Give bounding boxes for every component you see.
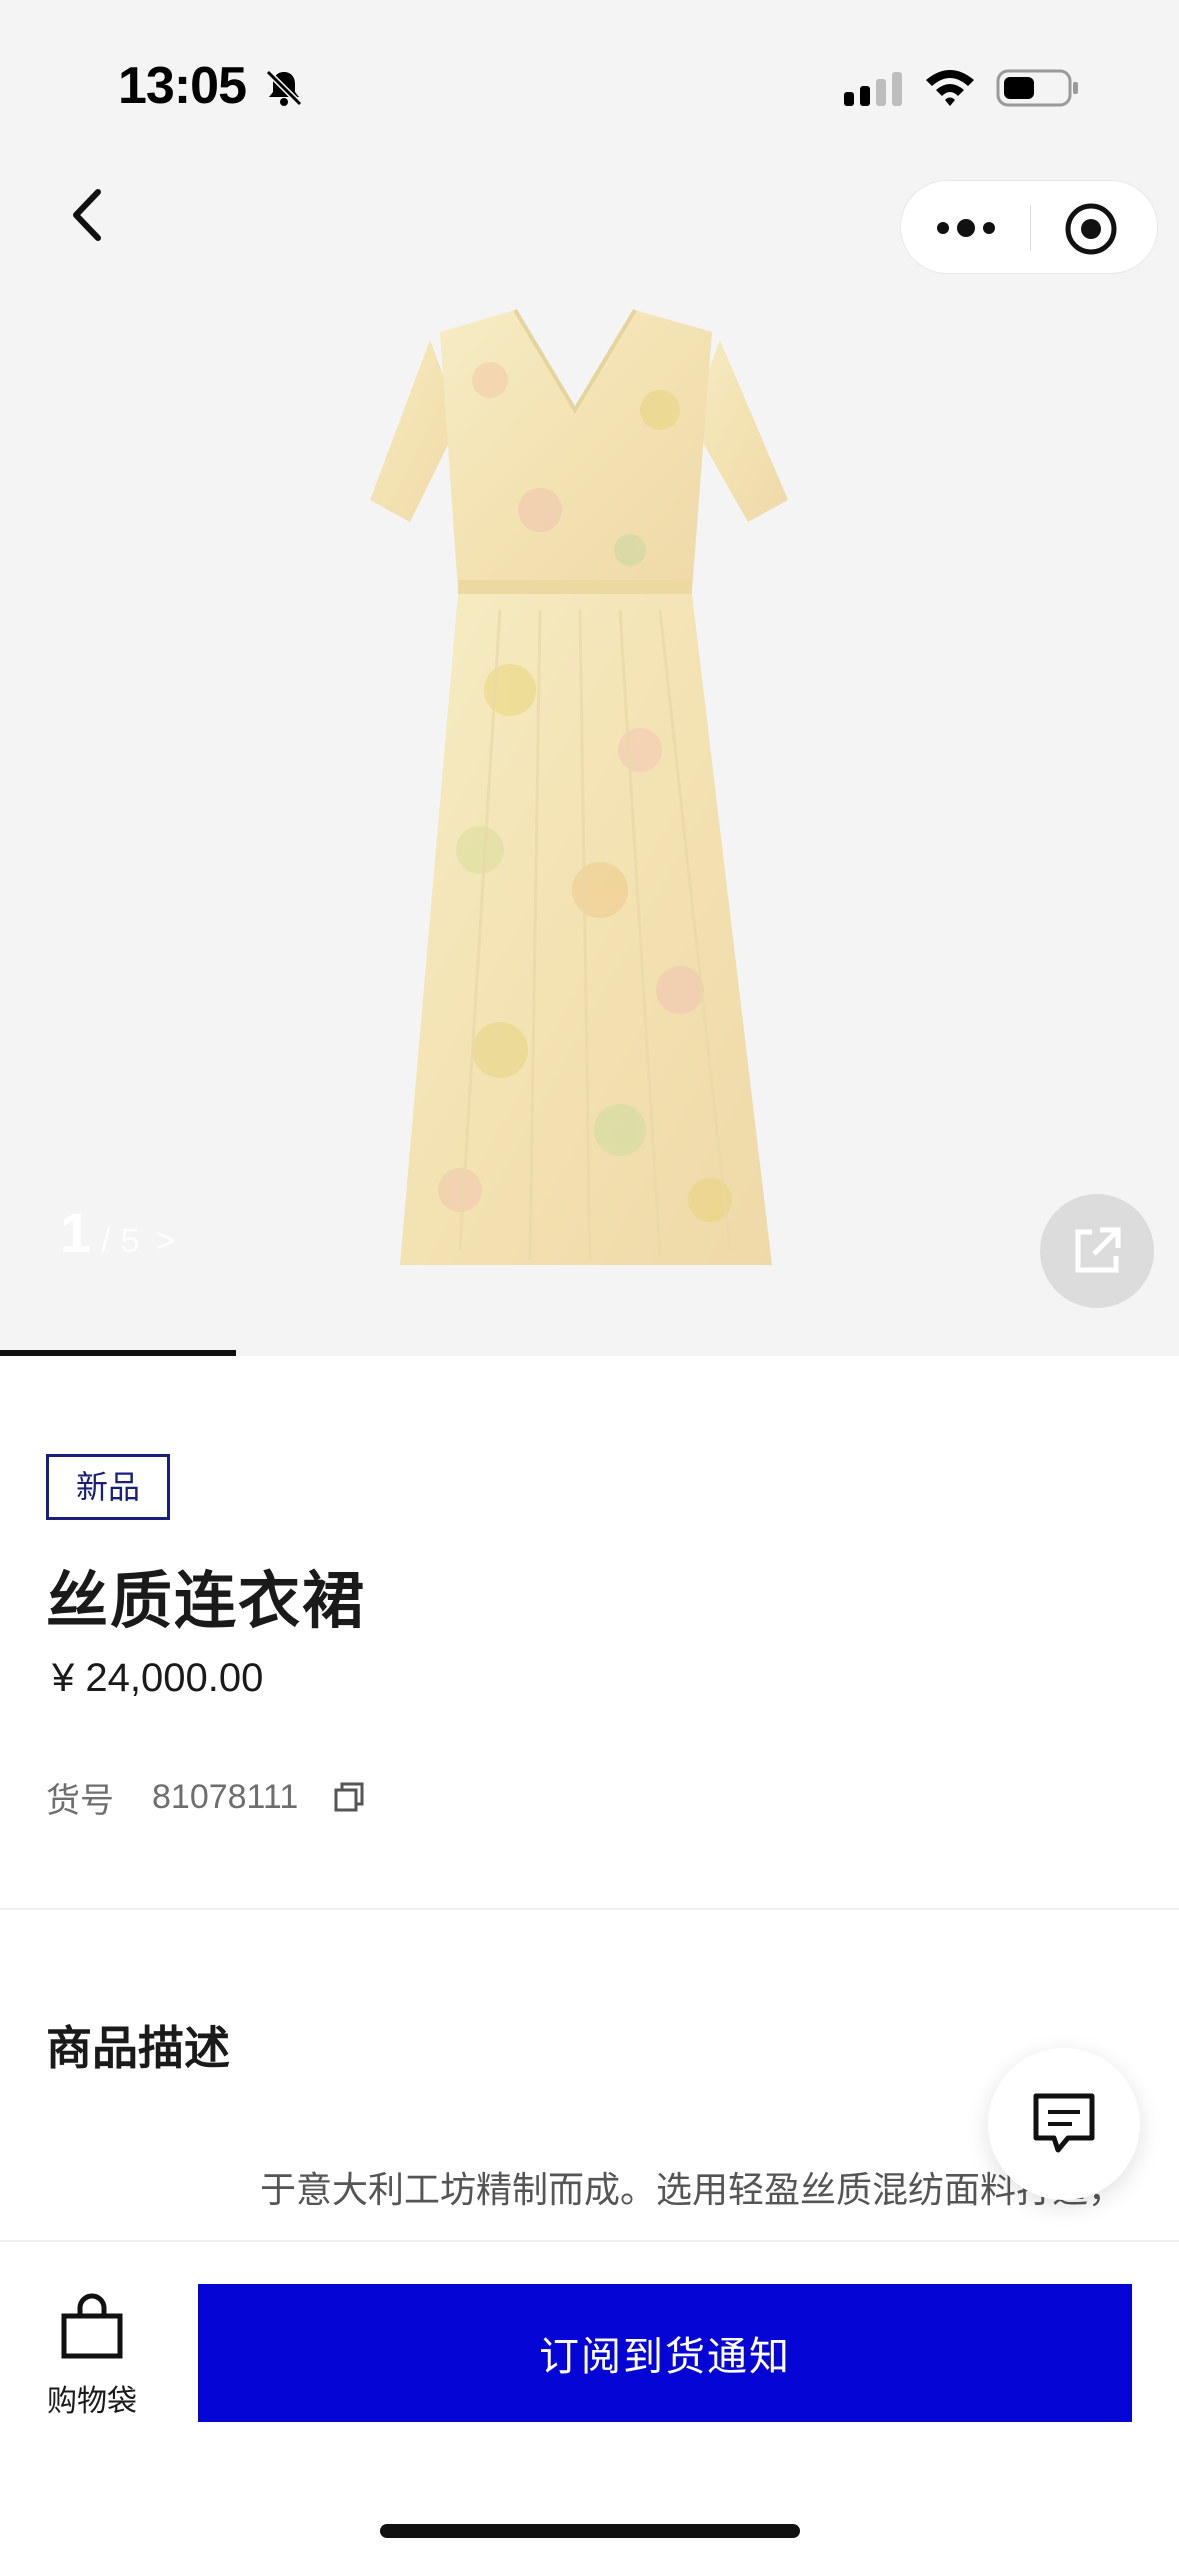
shopping-bag-icon	[61, 2293, 123, 2359]
subscribe-restock-button[interactable]: 订阅到货通知	[198, 2284, 1132, 2422]
share-icon	[1075, 1227, 1121, 1273]
image-counter: 1 / 5 >	[60, 1200, 175, 1270]
image-counter-separator: /	[101, 1222, 111, 1260]
customer-service-button[interactable]	[988, 2048, 1140, 2200]
section-divider	[0, 1908, 1179, 1910]
battery-icon	[996, 69, 1078, 107]
description-text: 于意大利工坊精制而成。选用轻盈丝质混纺面料打造，缀以褶饰边缘，采用罩缩钉织和拉链…	[260, 2170, 1125, 2211]
image-counter-current: 1	[60, 1201, 92, 1264]
description-heading: 商品描述	[46, 2021, 230, 2075]
share-button[interactable]	[1040, 1194, 1154, 1308]
sku-label: 货号	[46, 1780, 114, 1821]
sku-value: 81078111	[152, 1777, 299, 1816]
image-counter-total: 5	[120, 1222, 140, 1260]
new-badge: 新品	[46, 1454, 170, 1520]
wifi-icon	[926, 70, 974, 106]
product-price: ¥ 24,000.00	[52, 1656, 264, 1700]
shopping-bag-button[interactable]: 购物袋	[36, 2292, 148, 2422]
close-miniprogram-icon[interactable]	[1063, 201, 1119, 257]
product-title: 丝质连衣裙	[46, 1564, 367, 1637]
bell-off-icon	[265, 69, 303, 107]
back-chevron-icon[interactable]	[58, 180, 118, 250]
miniprogram-capsule	[900, 180, 1158, 274]
more-icon[interactable]	[931, 205, 1001, 251]
gallery-progress-fill	[0, 1350, 236, 1356]
gallery-progress-track	[0, 1350, 1179, 1356]
shopping-bag-label: 购物袋	[47, 2384, 137, 2419]
home-indicator	[380, 2524, 800, 2538]
bottom-action-bar: 购物袋 订阅到货通知	[0, 2240, 1179, 2556]
image-counter-next-arrow[interactable]: >	[156, 1222, 176, 1261]
chat-icon	[1033, 2093, 1095, 2153]
product-detail-page: 13:05 1 / 5 > 新品 丝质连衣裙 ¥ 24,000.00 货号 81…	[0, 0, 1179, 2556]
capsule-divider	[1030, 205, 1031, 251]
signal-icon	[844, 72, 902, 106]
copy-icon[interactable]	[332, 1780, 366, 1814]
status-time: 13:05	[118, 57, 247, 115]
sku-row: 货号 81078111	[46, 1772, 366, 1822]
status-bar: 13:05	[0, 0, 1179, 160]
product-gallery[interactable]: 13:05 1 / 5 >	[0, 0, 1179, 1356]
product-image	[370, 308, 788, 1265]
